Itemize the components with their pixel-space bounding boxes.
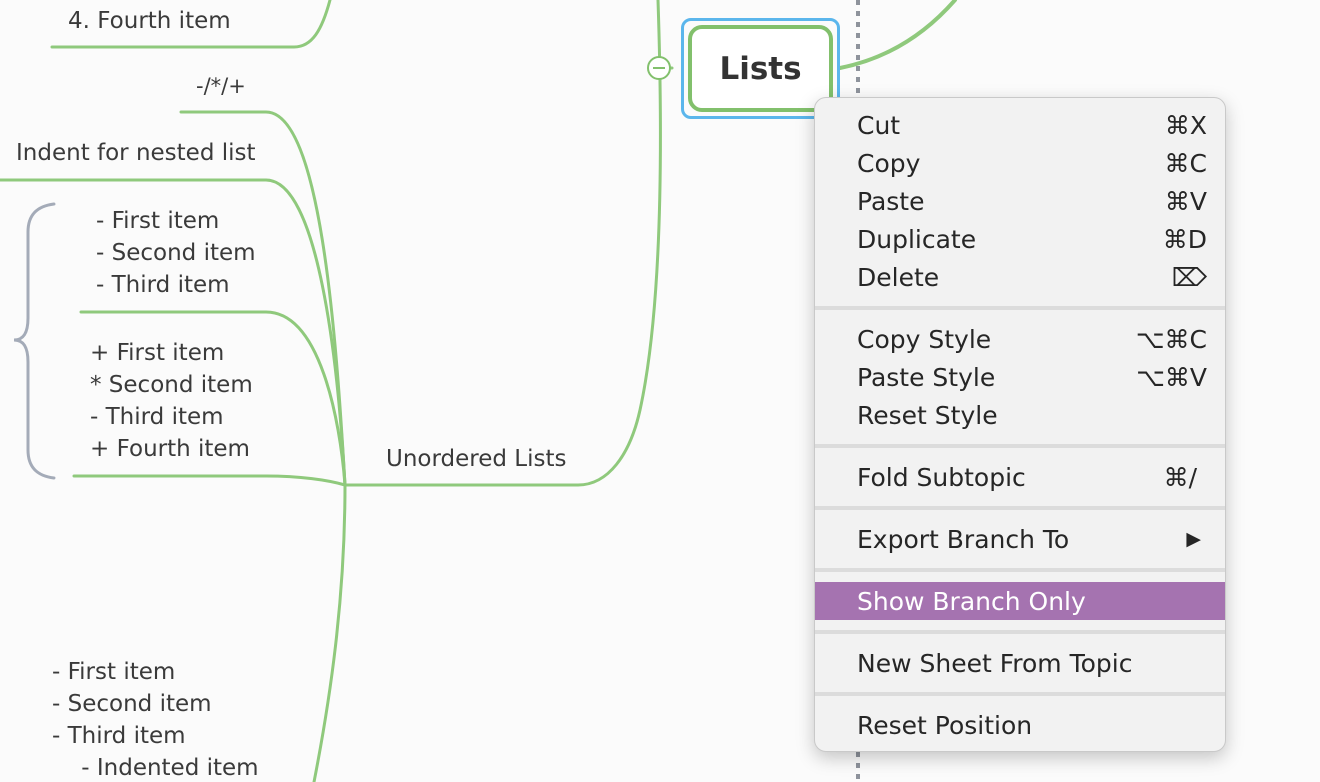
menu-item-label: New Sheet From Topic [857,648,1133,678]
shortcut-label: ⌘X [1164,110,1207,140]
delete-key-icon: ⌦ [1171,262,1207,292]
shortcut-label: ⌘C [1164,148,1207,178]
submenu-arrow-icon: ▶ [1186,528,1201,550]
list-item: - Third item [52,723,186,749]
shortcut-label: ⌥⌘C [1135,324,1207,354]
list-item: - Indented item [52,755,259,781]
list-item: - Third item [90,404,224,430]
list-item: - First item [96,208,220,234]
menu-separator [815,444,1225,448]
fourth-item-label[interactable]: 4. Fourth item [68,5,231,37]
central-topic[interactable]: Lists [688,25,833,112]
list-item: + Fourth item [90,436,250,462]
menu-item-label: Cut [857,110,901,140]
menu-item-label: Paste Style [857,362,996,392]
menu-item-new-sheet-from-topic[interactable]: New Sheet From Topic [815,644,1225,682]
menu-item-label: Duplicate [857,224,977,254]
list-item: - Second item [96,240,256,266]
menu-item-reset-style[interactable]: Reset Style [815,396,1225,434]
menu-item-paste-style[interactable]: Paste Style ⌥⌘V [815,358,1225,396]
menu-item-label: Paste [857,186,925,216]
shortcut-label: ⌘V [1164,186,1207,216]
unordered-lists-label[interactable]: Unordered Lists [386,443,567,475]
menu-separator [815,692,1225,696]
menu-item-copy[interactable]: Copy ⌘C [815,144,1225,182]
central-topic-label: Lists [719,50,802,87]
menu-separator [815,568,1225,572]
list-item: - First item [52,659,176,685]
list-item: - Third item [96,272,230,298]
bullets-label[interactable]: -/*/+ [196,70,246,102]
list-item: + First item [90,340,225,366]
menu-separator [815,630,1225,634]
list-item: - Second item [52,691,212,717]
mindmap-canvas[interactable]: 4. Fourth item -/*/+ Indent for nested l… [0,0,1320,782]
menu-item-label: Delete [857,262,940,292]
menu-item-show-branch-only[interactable]: Show Branch Only [815,582,1225,620]
menu-item-label: Copy Style [857,324,992,354]
list-group-3[interactable]: - First item - Second item - Third item … [52,656,259,782]
context-menu: Cut ⌘X Copy ⌘C Paste ⌘V Duplicate ⌘D Del… [814,97,1226,752]
shortcut-label: ⌘/ [1163,462,1197,492]
menu-item-label: Copy [857,148,921,178]
collapse-branch-icon[interactable] [647,56,671,80]
menu-item-duplicate[interactable]: Duplicate ⌘D [815,220,1225,258]
menu-item-paste[interactable]: Paste ⌘V [815,182,1225,220]
list-item: * Second item [90,372,253,398]
menu-item-export-branch[interactable]: Export Branch To ▶ [815,520,1225,558]
menu-item-label: Reset Style [857,400,998,430]
menu-item-label: Fold Subtopic [857,462,1026,492]
menu-item-fold-subtopic[interactable]: Fold Subtopic ⌘/ [815,458,1225,496]
menu-separator [815,306,1225,310]
menu-item-label: Export Branch To [857,524,1070,554]
menu-item-label: Show Branch Only [857,586,1086,616]
shortcut-label: ⌘D [1162,224,1207,254]
menu-item-cut[interactable]: Cut ⌘X [815,106,1225,144]
menu-item-delete[interactable]: Delete ⌦ [815,258,1225,296]
list-group-1[interactable]: - First item - Second item - Third item [96,205,256,301]
shortcut-label: ⌥⌘V [1136,362,1207,392]
menu-item-reset-position[interactable]: Reset Position [815,706,1225,744]
indent-note-label[interactable]: Indent for nested list [16,137,256,169]
menu-item-copy-style[interactable]: Copy Style ⌥⌘C [815,320,1225,358]
list-group-2[interactable]: + First item * Second item - Third item … [90,337,253,465]
menu-separator [815,506,1225,510]
menu-item-label: Reset Position [857,710,1033,740]
